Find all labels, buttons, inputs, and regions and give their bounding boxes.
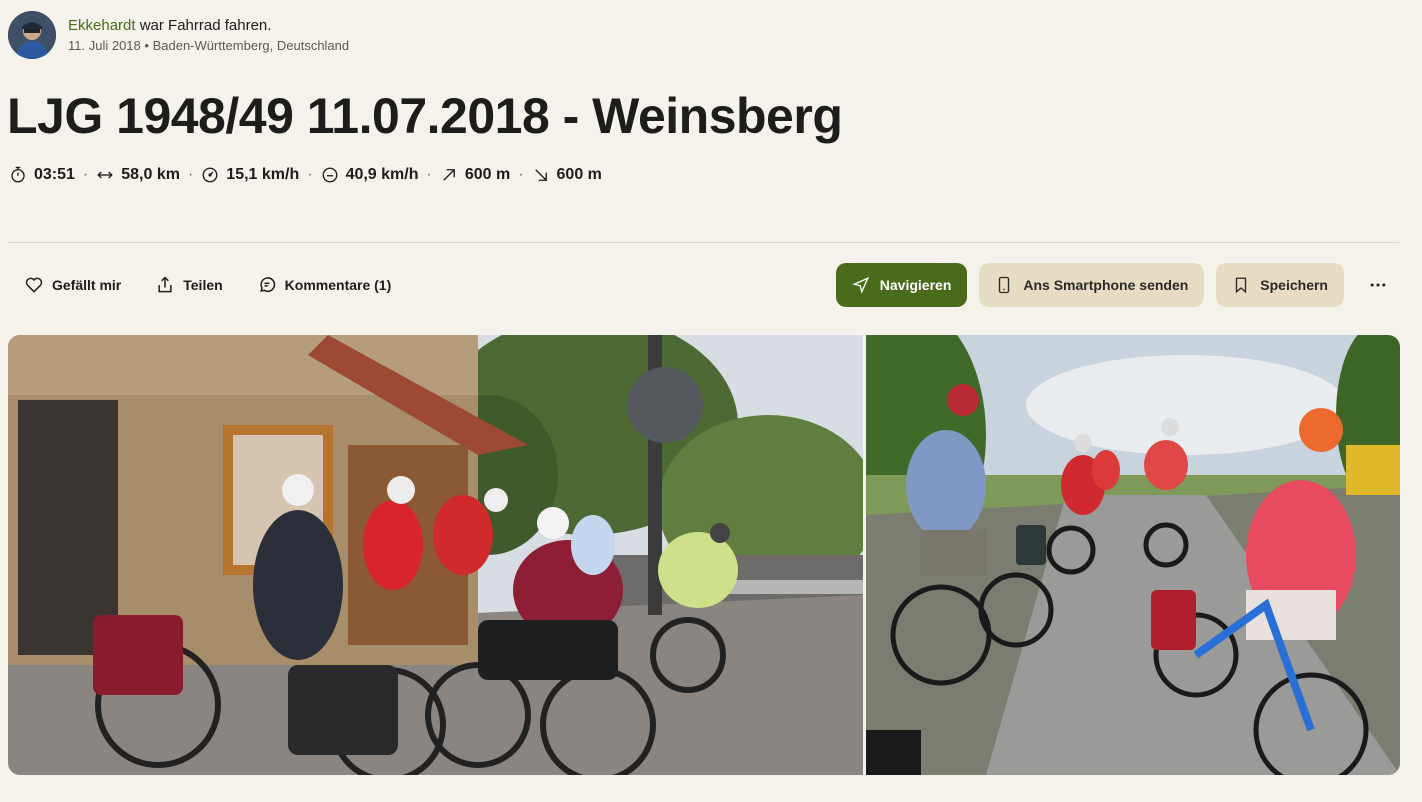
share-label: Teilen [183,277,223,293]
distance-value: 58,0 km [121,166,180,183]
save-button[interactable]: Speichern [1216,263,1344,307]
comments-button[interactable]: Kommentare (1) [257,275,392,295]
send-to-phone-label: Ans Smartphone senden [1023,277,1189,293]
activity-location: Baden-Württemberg, Deutschland [152,37,350,53]
stat-separator: · [187,166,194,183]
stat-duration: 03:51 [9,166,75,184]
activity-description: war Fahrrad fahren. [139,16,272,34]
stat-separator: · [426,166,432,183]
uphill-value: 600 m [464,166,511,183]
tour-actions: Navigieren Ans Smartphone senden Speiche… [824,263,1390,307]
navigate-button[interactable]: Navigieren [835,263,968,307]
max-speed-gauge-icon [322,167,337,183]
bookmark-icon [1236,277,1247,294]
more-options-button[interactable] [1366,273,1390,297]
navigate-label: Navigieren [879,277,952,293]
comments-label: Kommentare (1) [284,277,392,293]
social-actions: Gefällt mir Teilen Kommentare (1) [24,268,425,302]
speedometer-icon [202,167,218,183]
meta-bullet: • [144,37,149,53]
avatar[interactable] [8,11,56,59]
stat-avg-speed: 15,1 km/h [201,166,299,184]
comment-bubble-icon [259,277,275,292]
send-to-phone-button[interactable]: Ans Smartphone senden [979,263,1205,307]
distance-arrows-icon [97,171,113,179]
page-title: LJG 1948/49 11.07.2018 - Weinsberg [7,88,843,144]
like-label: Gefällt mir [52,277,122,293]
activity-date: 11. Juli 2018 [68,37,141,53]
stat-max-speed: 40,9 km/h [321,166,419,184]
stat-separator: · [518,166,524,183]
share-icon [158,276,172,293]
avg-speed-value: 15,1 km/h [226,166,300,183]
activity-page: Ekkehardt war Fahrrad fahren. 11. Juli 2… [0,0,1422,802]
stat-separator: · [307,166,313,183]
author-name-link[interactable]: Ekkehardt [68,17,136,34]
activity-header: Ekkehardt war Fahrrad fahren. 11. Juli 2… [8,11,349,59]
activity-meta: 11. Juli 2018 • Baden-Württemberg, Deuts… [68,38,349,54]
ellipsis-icon [1370,283,1386,287]
save-label: Speichern [1260,277,1328,293]
stat-separator: · [82,166,89,183]
stat-downhill: 600 m [532,166,602,184]
max-speed-value: 40,9 km/h [345,166,419,183]
tour-photo-2[interactable] [866,335,1400,775]
heart-icon [25,277,43,293]
stat-distance: 58,0 km [96,166,180,184]
like-button[interactable]: Gefällt mir [24,275,121,295]
stopwatch-icon [11,166,25,183]
arrow-up-right-icon [443,169,455,181]
navigation-arrow-icon [851,276,869,294]
share-button[interactable]: Teilen [155,275,223,295]
duration-value: 03:51 [34,166,75,183]
activity-stats: 03:51 · 58,0 km · 15,1 km/h · 40,9 km/h … [9,164,602,186]
smartphone-icon [999,276,1010,294]
tour-photo-1[interactable] [8,335,863,775]
divider [8,242,1399,243]
stat-uphill: 600 m [440,166,510,184]
downhill-value: 600 m [556,166,602,183]
arrow-down-right-icon [534,169,547,181]
